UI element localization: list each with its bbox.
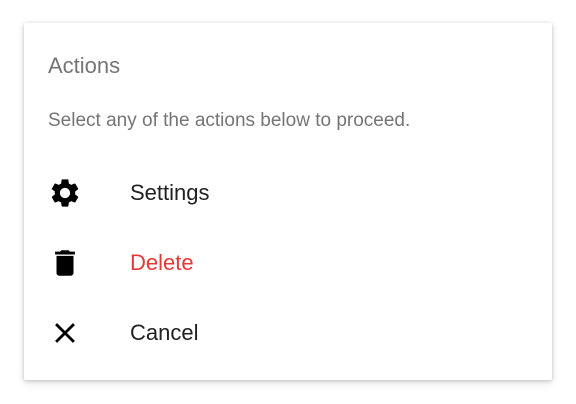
delete-label: Delete: [130, 250, 194, 275]
dialog-message: Select any of the actions below to proce…: [48, 110, 411, 131]
cancel-label: Cancel: [130, 320, 199, 345]
dialog-title: Actions: [48, 53, 121, 78]
cancel-action[interactable]: Cancel: [24, 298, 552, 368]
close-icon: [48, 316, 82, 350]
gear-icon: [48, 176, 82, 210]
delete-action[interactable]: Delete: [24, 228, 552, 298]
settings-label: Settings: [130, 180, 210, 205]
settings-action[interactable]: Settings: [24, 158, 552, 228]
action-list: Settings Delete Cancel: [24, 158, 552, 368]
trash-icon: [48, 246, 82, 280]
action-sheet: Actions Select any of the actions below …: [24, 23, 552, 380]
